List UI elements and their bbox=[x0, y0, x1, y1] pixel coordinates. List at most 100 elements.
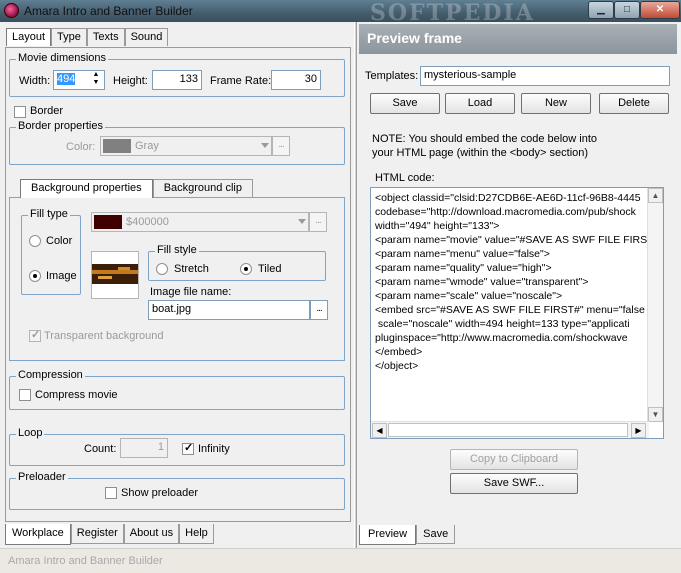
down-arrow-icon: ▼ bbox=[92, 79, 100, 86]
html-code-label: HTML code: bbox=[375, 172, 435, 184]
chevron-down-icon bbox=[261, 143, 269, 148]
templates-field[interactable]: mysterious-sample bbox=[420, 66, 670, 86]
fill-style-tiled-label: Tiled bbox=[258, 263, 282, 275]
close-icon: ✕ bbox=[655, 4, 665, 15]
tab-preview[interactable]: Preview bbox=[359, 525, 417, 545]
width-spin-buttons[interactable]: ▲ ▼ bbox=[89, 71, 103, 89]
infinity-checkbox[interactable] bbox=[182, 441, 194, 455]
image-preview bbox=[91, 251, 139, 299]
html-code-textarea[interactable]: <object classid="clsid:D27CDB6E-AE6D-11c… bbox=[370, 187, 664, 439]
right-panel: Preview frame Templates: mysterious-samp… bbox=[357, 22, 681, 548]
movie-dimensions-title: Movie dimensions bbox=[16, 52, 109, 64]
height-field[interactable]: 133 bbox=[152, 70, 202, 90]
loop-count-label: Count: bbox=[84, 443, 117, 455]
app-icon[interactable] bbox=[4, 3, 19, 18]
tab-background-clip[interactable]: Background clip bbox=[152, 179, 253, 197]
fill-style-tiled-radio[interactable] bbox=[240, 263, 252, 275]
border-properties-title: Border properties bbox=[16, 120, 105, 132]
left-panel: Layout Type Texts Sound Movie dimensions… bbox=[0, 22, 354, 548]
scroll-left-icon[interactable]: ◀ bbox=[372, 423, 387, 438]
fill-style-stretch-radio[interactable] bbox=[156, 263, 168, 275]
window-title: Amara Intro and Banner Builder bbox=[24, 4, 193, 18]
image-file-browse-button[interactable]: ... bbox=[310, 300, 328, 320]
width-label: Width: bbox=[19, 75, 51, 87]
border-checkbox[interactable] bbox=[14, 106, 26, 118]
horizontal-scroll-thumb[interactable] bbox=[388, 423, 628, 437]
image-file-field[interactable]: boat.jpg bbox=[148, 300, 310, 320]
fill-color-swatch bbox=[94, 215, 122, 229]
background-tabs: Background properties Background clip bbox=[20, 179, 253, 198]
tab-background-properties[interactable]: Background properties bbox=[20, 179, 153, 198]
workplace-tabs: Workplace Register About us Help bbox=[5, 524, 351, 546]
scroll-up-icon[interactable]: ▲ bbox=[648, 188, 663, 203]
border-color-select[interactable]: Gray bbox=[100, 136, 272, 156]
border-label: Border bbox=[30, 105, 64, 117]
loop-group: Loop bbox=[9, 427, 345, 466]
show-preloader-checkbox[interactable] bbox=[105, 487, 117, 499]
template-delete-button[interactable]: Delete bbox=[599, 93, 669, 114]
close-button[interactable]: ✕ bbox=[640, 1, 680, 19]
border-color-ellipsis-button[interactable]: ... bbox=[272, 136, 290, 156]
fill-style-title: Fill style bbox=[155, 244, 199, 256]
image-file-label: Image file name: bbox=[150, 286, 232, 298]
preloader-title: Preloader bbox=[16, 471, 68, 483]
fill-type-title: Fill type bbox=[28, 208, 70, 220]
vertical-scrollbar[interactable]: ▲ ▼ bbox=[647, 188, 663, 422]
settings-tabs: Layout Type Texts Sound bbox=[6, 28, 169, 46]
tab-type[interactable]: Type bbox=[51, 28, 87, 46]
fill-type-image-label: Image bbox=[46, 270, 77, 282]
framerate-field[interactable]: 30 bbox=[271, 70, 321, 90]
show-preloader-label: Show preloader bbox=[121, 487, 199, 499]
html-code-text: <object classid="clsid:D27CDB6E-AE6D-11c… bbox=[375, 192, 654, 372]
transparent-background-checkbox[interactable] bbox=[29, 328, 41, 342]
minimize-icon: ▁ bbox=[597, 4, 605, 15]
template-new-button[interactable]: New bbox=[521, 93, 591, 114]
horizontal-scrollbar[interactable]: ◀ ▶ bbox=[371, 421, 649, 438]
tab-register[interactable]: Register bbox=[70, 524, 124, 544]
templates-label: Templates: bbox=[365, 70, 419, 82]
compression-title: Compression bbox=[16, 369, 85, 381]
scroll-down-icon[interactable]: ▼ bbox=[648, 407, 663, 422]
save-swf-button[interactable]: Save SWF... bbox=[450, 473, 578, 494]
framerate-label: Frame Rate: bbox=[210, 75, 272, 87]
copy-to-clipboard-button[interactable]: Copy to Clipboard bbox=[450, 449, 578, 470]
fill-type-color-label: Color bbox=[46, 235, 73, 247]
fill-color-select[interactable]: $400000 bbox=[91, 212, 309, 232]
preview-tabs: Preview Save bbox=[359, 525, 677, 546]
fill-type-image-radio[interactable] bbox=[29, 270, 41, 282]
up-arrow-icon: ▲ bbox=[92, 71, 100, 78]
tab-texts[interactable]: Texts bbox=[86, 28, 125, 46]
minimize-button[interactable]: ▁ bbox=[588, 1, 614, 19]
maximize-icon: □ bbox=[623, 4, 631, 15]
preview-frame-header: Preview frame bbox=[359, 24, 677, 54]
compress-movie-label: Compress movie bbox=[35, 389, 118, 401]
border-color-swatch bbox=[103, 139, 131, 153]
tab-workplace[interactable]: Workplace bbox=[5, 524, 71, 545]
fill-style-stretch-label: Stretch bbox=[174, 263, 209, 275]
status-bar: Amara Intro and Banner Builder bbox=[0, 548, 681, 573]
loop-count-field[interactable]: 1 bbox=[120, 438, 168, 458]
template-save-button[interactable]: Save bbox=[370, 93, 440, 114]
tab-sound[interactable]: Sound bbox=[124, 28, 169, 46]
loop-title: Loop bbox=[16, 427, 45, 439]
height-label: Height: bbox=[113, 75, 148, 87]
boat-image-thumbnail bbox=[92, 252, 138, 298]
fill-color-value: $400000 bbox=[126, 216, 169, 228]
border-color-value: Gray bbox=[135, 140, 159, 152]
status-text: Amara Intro and Banner Builder bbox=[8, 555, 163, 567]
fill-type-group: Fill type bbox=[21, 208, 81, 295]
tab-help[interactable]: Help bbox=[179, 524, 214, 544]
tab-layout[interactable]: Layout bbox=[6, 28, 52, 46]
tab-about-us[interactable]: About us bbox=[123, 524, 180, 544]
fill-type-color-radio[interactable] bbox=[29, 235, 41, 247]
template-load-button[interactable]: Load bbox=[445, 93, 515, 114]
maximize-button[interactable]: □ bbox=[614, 1, 640, 19]
scroll-right-icon[interactable]: ▶ bbox=[631, 423, 646, 438]
border-color-label: Color: bbox=[66, 141, 96, 153]
width-value: 494 bbox=[57, 73, 76, 85]
fill-color-ellipsis-button[interactable]: ... bbox=[309, 212, 327, 232]
embed-note: NOTE: You should embed the code below in… bbox=[372, 133, 598, 159]
title-bar: Amara Intro and Banner Builder SOFTPEDIA… bbox=[0, 0, 681, 26]
compress-movie-checkbox[interactable] bbox=[19, 389, 31, 401]
tab-save[interactable]: Save bbox=[416, 525, 456, 544]
